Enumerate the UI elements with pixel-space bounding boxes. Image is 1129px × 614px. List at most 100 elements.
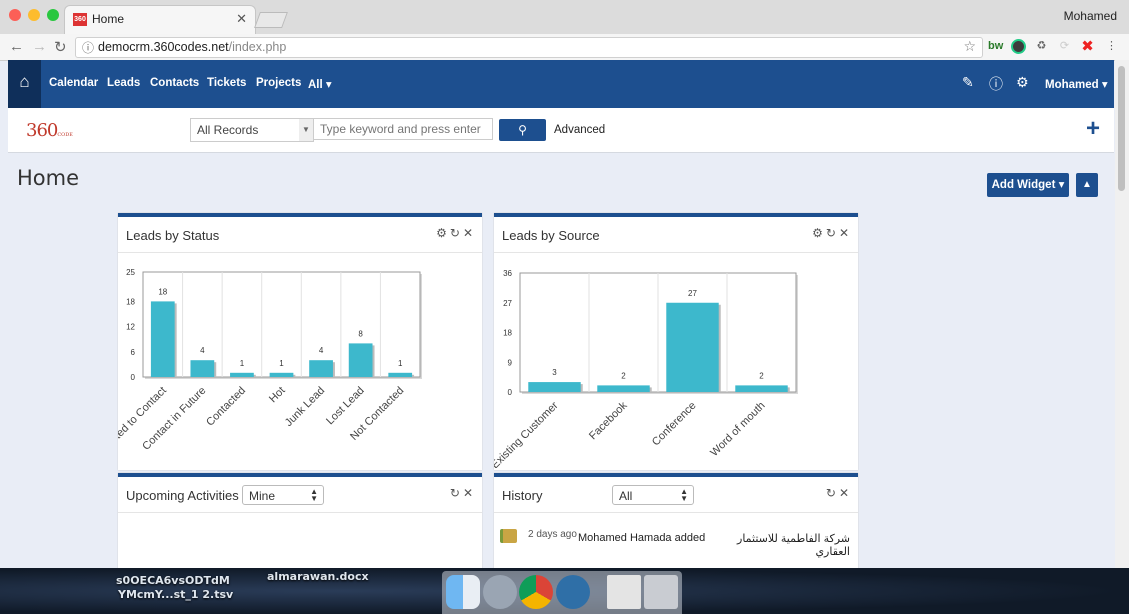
refresh-icon[interactable]: ↻ xyxy=(450,486,463,500)
bar xyxy=(597,385,650,392)
extension-icon-3[interactable]: ♻ xyxy=(1034,39,1049,54)
scrollbar-thumb[interactable] xyxy=(1118,66,1125,191)
tab-title: Home xyxy=(92,12,125,26)
nav-projects[interactable]: Projects xyxy=(256,77,301,89)
close-window-button[interactable] xyxy=(9,9,21,21)
desktop-file-tsv-name[interactable]: YMcmY...st_1 2.tsv xyxy=(118,588,233,601)
browser-tab[interactable]: 360 Home ✕ xyxy=(64,5,256,35)
data-label: 1 xyxy=(279,359,284,368)
nav-leads[interactable]: Leads xyxy=(107,77,140,89)
desktop-file-docx[interactable]: almarawan.docx xyxy=(267,570,369,583)
home-icon[interactable]: ⌂ xyxy=(8,60,41,108)
close-icon[interactable]: ✕ xyxy=(839,486,852,500)
forward-icon[interactable]: → xyxy=(32,38,47,55)
activities-filter-value: Mine xyxy=(249,489,276,503)
company-logo[interactable]: 360CODE xyxy=(26,120,73,141)
data-label: 2 xyxy=(621,371,626,380)
settings-icon[interactable]: ⚙ xyxy=(812,226,826,240)
brush-icon[interactable]: ✎ xyxy=(962,74,974,91)
bookmark-star-icon[interactable]: ☆ xyxy=(963,38,976,55)
widget-title: Leads by Status xyxy=(126,228,220,243)
refresh-icon[interactable]: ↻ xyxy=(826,486,839,500)
leads-by-status-chart: 0612182518Attempted to Contact4Contact i… xyxy=(118,268,422,466)
bar xyxy=(666,302,719,392)
search-scope-select[interactable]: All Records ▼ xyxy=(190,118,314,142)
refresh-icon[interactable]: ↻ xyxy=(450,226,463,240)
extension-icon-2[interactable] xyxy=(1011,39,1026,54)
minimize-window-button[interactable] xyxy=(28,9,40,21)
launchpad-icon[interactable] xyxy=(483,575,517,609)
refresh-icon[interactable]: ↻ xyxy=(826,226,839,240)
browser-menu-icon[interactable]: ⋮ xyxy=(1104,39,1119,54)
info-icon[interactable]: ⓘ xyxy=(989,74,1003,94)
y-tick-label: 9 xyxy=(508,358,513,367)
search-input[interactable] xyxy=(313,118,493,140)
widget-leads-by-source: Leads by Source ⚙↻✕ 0 9 18 27 36 3 Existing Cu… xyxy=(494,213,858,470)
bar xyxy=(348,343,373,377)
quicktime-icon[interactable] xyxy=(556,575,590,609)
finder-icon[interactable] xyxy=(446,575,480,609)
y-tick-label: 12 xyxy=(126,323,135,332)
close-tab-icon[interactable]: ✕ xyxy=(236,11,247,27)
updown-icon: ▲ ▼ xyxy=(680,487,688,503)
widget-upcoming-activities: Upcoming Activities Mine ▲ ▼ ↻✕ xyxy=(118,473,482,568)
widget-title: Leads by Source xyxy=(502,228,600,243)
x-tick-label: Junk Lead xyxy=(283,385,327,429)
reload-icon[interactable]: ↻ xyxy=(54,38,67,56)
page-scrollbar[interactable] xyxy=(1115,60,1129,568)
close-icon[interactable]: ✕ xyxy=(463,226,476,240)
history-record-link[interactable]: شركة الفاطمية للاستثمار العقاري xyxy=(700,532,850,558)
x-tick-label: Existing Customer xyxy=(494,399,561,468)
new-tab-button[interactable] xyxy=(254,12,288,28)
url-bar[interactable]: ⓘ democrm.360codes.net/index.php ☆ xyxy=(75,37,983,58)
profile-name[interactable]: Mohamed xyxy=(1064,9,1117,23)
close-icon[interactable]: ✕ xyxy=(839,226,852,240)
search-button[interactable]: ⚲ xyxy=(499,119,546,141)
data-label: 3 xyxy=(552,368,557,377)
documents-icon[interactable] xyxy=(607,575,641,609)
y-tick-label: 0 xyxy=(508,388,513,397)
collapse-up-icon[interactable]: ▲ xyxy=(1076,173,1098,197)
nav-calendar[interactable]: Calendar xyxy=(49,77,98,89)
y-tick-label: 36 xyxy=(503,269,512,278)
activities-filter-select[interactable]: Mine ▲ ▼ xyxy=(242,485,324,505)
nav-contacts[interactable]: Contacts xyxy=(150,77,199,89)
chrome-icon[interactable] xyxy=(519,575,553,609)
user-menu[interactable]: Mohamed ▾ xyxy=(1045,77,1108,91)
search-scope-value: All Records xyxy=(197,123,259,137)
history-filter-select[interactable]: All ▲ ▼ xyxy=(612,485,694,505)
quick-add-icon[interactable]: + xyxy=(1086,115,1100,143)
widget-title: History xyxy=(502,488,543,503)
title-bar: 360 Home ✕ Mohamed xyxy=(0,0,1129,35)
extension-icon-5[interactable]: ✖ xyxy=(1080,39,1095,54)
add-widget-button[interactable]: Add Widget ▾ xyxy=(987,173,1069,197)
back-icon[interactable]: ← xyxy=(9,38,24,55)
nav-tickets[interactable]: Tickets xyxy=(207,77,246,89)
x-tick-label: Hot xyxy=(267,385,288,406)
bar xyxy=(190,360,215,377)
extension-icon-4[interactable]: ⟳ xyxy=(1057,39,1072,54)
address-toolbar: ← → ↻ ⓘ democrm.360codes.net/index.php ☆… xyxy=(0,34,1129,61)
logo-subtext: CODE xyxy=(57,132,73,138)
gear-icon[interactable]: ⚙ xyxy=(1016,74,1029,91)
history-time: 2 days ago xyxy=(528,529,577,540)
y-tick-label: 6 xyxy=(131,348,136,357)
extension-icon-1[interactable]: bw xyxy=(988,39,1003,54)
data-label: 27 xyxy=(688,289,697,298)
info-icon[interactable]: ⓘ xyxy=(82,39,94,56)
favicon-icon: 360 xyxy=(73,13,87,26)
y-tick-label: 0 xyxy=(131,373,136,382)
leads-by-source-chart: 0 9 18 27 36 3 Existing Customer 2 Facebook 27 Con… xyxy=(494,269,798,468)
widget-header: Leads by Status ⚙↻✕ xyxy=(118,217,482,253)
widget-header: History All ▲ ▼ ↻✕ xyxy=(494,477,858,513)
desktop-file-tsv[interactable]: s0OECA6vsODTdM xyxy=(116,574,230,587)
nav-all[interactable]: All ▾ xyxy=(308,77,332,91)
widget-title: Upcoming Activities xyxy=(126,488,239,503)
trash-icon[interactable] xyxy=(644,575,678,609)
data-label: 1 xyxy=(398,359,403,368)
x-tick-label: Conference xyxy=(650,400,699,449)
settings-icon[interactable]: ⚙ xyxy=(436,226,450,240)
advanced-search-link[interactable]: Advanced xyxy=(554,124,605,136)
maximize-window-button[interactable] xyxy=(47,9,59,21)
close-icon[interactable]: ✕ xyxy=(463,486,476,500)
